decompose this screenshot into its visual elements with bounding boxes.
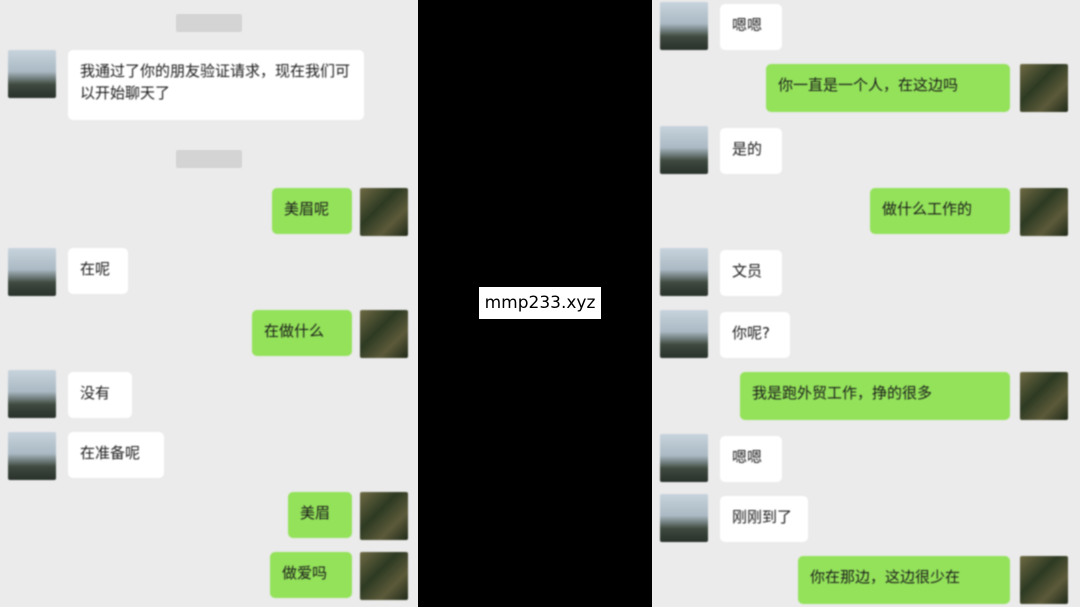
message-bubble-incoming[interactable]: 在准备呢 xyxy=(68,432,164,478)
message-bubble-incoming[interactable]: 我通过了你的朋友验证请求，现在我们可以开始聊天了 xyxy=(68,50,364,120)
message-bubble-incoming[interactable]: 你呢? xyxy=(720,312,790,358)
message-bubble-outgoing[interactable]: 美眉 xyxy=(288,492,352,538)
user-avatar[interactable] xyxy=(1020,556,1068,604)
contact-avatar[interactable] xyxy=(8,432,56,480)
contact-avatar[interactable] xyxy=(660,248,708,296)
contact-avatar[interactable] xyxy=(660,434,708,482)
contact-avatar[interactable] xyxy=(8,50,56,98)
watermark-label: mmp233.xyz xyxy=(479,287,601,319)
contact-avatar[interactable] xyxy=(660,310,708,358)
user-avatar[interactable] xyxy=(360,188,408,236)
contact-avatar[interactable] xyxy=(660,2,708,50)
message-bubble-incoming[interactable]: 刚刚到了 xyxy=(720,496,808,542)
contact-avatar[interactable] xyxy=(660,126,708,174)
contact-avatar[interactable] xyxy=(8,370,56,418)
message-bubble-incoming[interactable]: 在呢 xyxy=(68,248,128,294)
user-avatar[interactable] xyxy=(360,552,408,600)
message-bubble-incoming[interactable]: 是的 xyxy=(720,128,782,174)
contact-avatar[interactable] xyxy=(660,494,708,542)
message-bubble-incoming[interactable]: 嗯嗯 xyxy=(720,436,782,482)
user-avatar[interactable] xyxy=(1020,372,1068,420)
user-avatar[interactable] xyxy=(1020,188,1068,236)
message-bubble-outgoing[interactable]: 美眉呢 xyxy=(272,188,352,234)
user-avatar[interactable] xyxy=(1020,64,1068,112)
left-chat-screenshot: 我通过了你的朋友验证请求，现在我们可以开始聊天了 美眉呢 在呢 在做什么 没有 … xyxy=(0,0,418,607)
message-bubble-outgoing[interactable]: 你在那边，这边很少在 xyxy=(798,556,1010,604)
timestamp xyxy=(176,150,242,168)
contact-avatar[interactable] xyxy=(8,248,56,296)
message-bubble-outgoing[interactable]: 在做什么 xyxy=(252,310,352,356)
timestamp xyxy=(176,14,242,32)
message-bubble-outgoing[interactable]: 做什么工作的 xyxy=(870,188,1010,234)
right-chat-screenshot: 嗯嗯 你一直是一个人，在这边吗 是的 做什么工作的 文员 你呢? 我是跑外贸工作… xyxy=(652,0,1080,607)
message-bubble-incoming[interactable]: 嗯嗯 xyxy=(720,4,782,50)
message-bubble-outgoing[interactable]: 你一直是一个人，在这边吗 xyxy=(766,64,1010,112)
message-bubble-outgoing[interactable]: 我是跑外贸工作，挣的很多 xyxy=(740,372,1010,420)
message-bubble-outgoing[interactable]: 做爱吗 xyxy=(270,552,352,598)
user-avatar[interactable] xyxy=(360,310,408,358)
message-bubble-incoming[interactable]: 没有 xyxy=(68,372,132,418)
user-avatar[interactable] xyxy=(360,492,408,540)
message-bubble-incoming[interactable]: 文员 xyxy=(720,250,782,296)
